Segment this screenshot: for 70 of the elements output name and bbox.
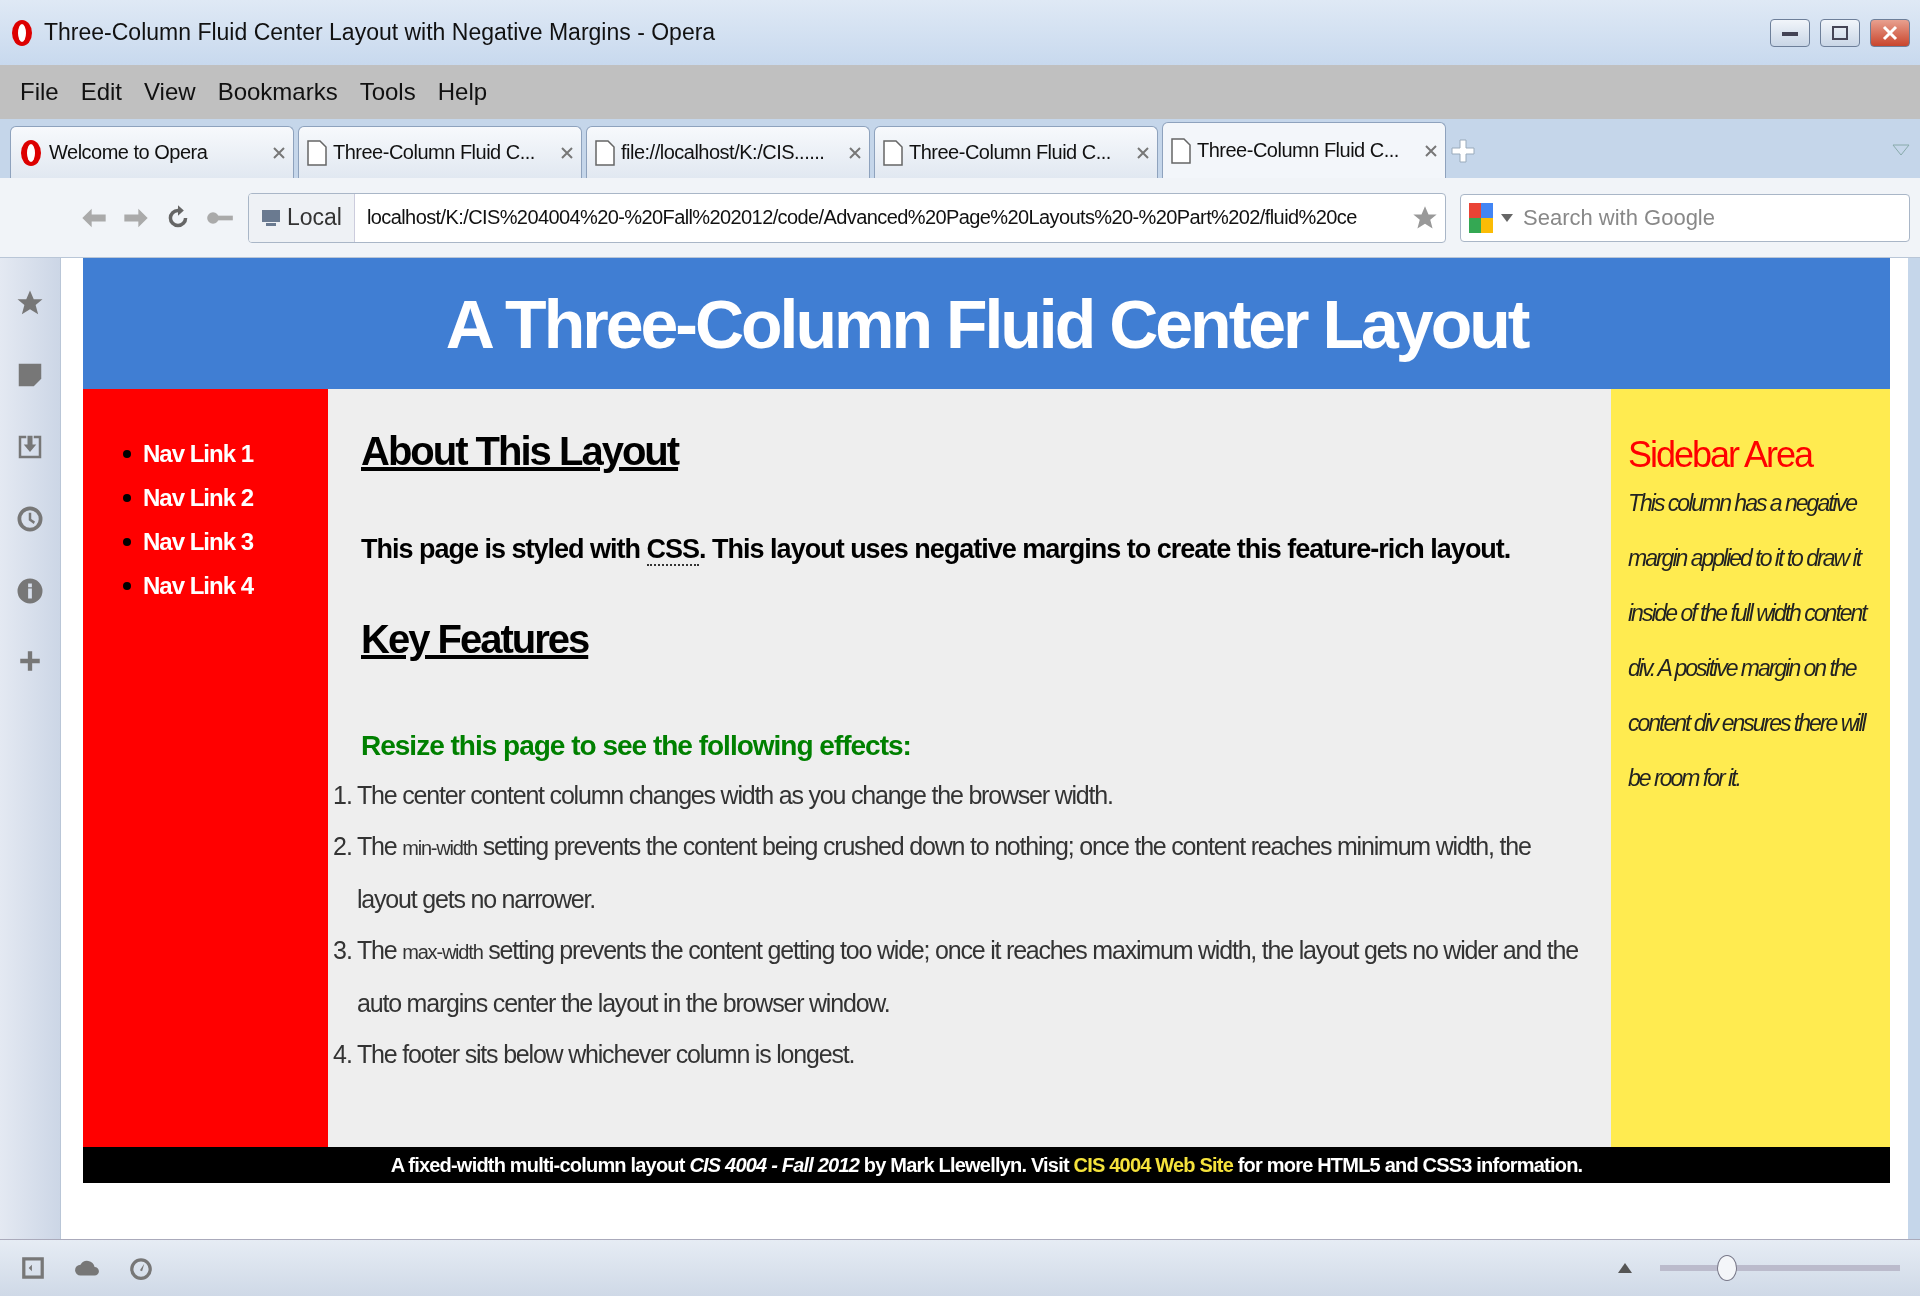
bullet-icon [123, 494, 131, 502]
section-heading: Key Features [361, 617, 589, 662]
panel-toggle-icon[interactable] [20, 1255, 46, 1281]
speedometer-icon[interactable] [128, 1255, 154, 1281]
nav-link[interactable]: Nav Link 2 [143, 483, 254, 513]
dropdown-caret-icon[interactable] [1501, 213, 1513, 222]
sidebar-text: This column has a negative margin applied to it to draw it inside of the full width content div. A positive margin on the content div ensures there will be room for it. [1628, 489, 1869, 793]
list-item: The min-width setting prevents the content being crushed down to nothing; once the content reaches minimum width, the layout gets no narrower. [357, 831, 1532, 915]
close-button[interactable] [1870, 18, 1910, 47]
close-tab-icon[interactable] [849, 146, 861, 159]
menu-item[interactable]: File [20, 78, 59, 106]
list-item: The max-width setting prevents the content getting too wide; once it reaches maximum width, the layout gets no wider and the auto margins center the layout in the browser window. [357, 935, 1579, 1019]
menu-item[interactable]: Bookmarks [217, 78, 338, 106]
nav-link[interactable]: Nav Link 1 [143, 439, 254, 469]
search-bar[interactable]: Search with Google [1460, 193, 1910, 242]
footer-link[interactable]: CIS 4004 Web Site [1073, 1154, 1233, 1176]
section-heading: About This Layout [361, 429, 679, 474]
close-tab-icon[interactable] [273, 146, 285, 159]
search-engine-icon[interactable] [1469, 202, 1493, 233]
browser-tab[interactable]: Three-Column Fluid C... [874, 126, 1158, 178]
minimize-icon [1782, 29, 1798, 36]
nav-link[interactable]: Nav Link 3 [143, 527, 254, 557]
list-item: The footer sits below whichever column is longest. [357, 1039, 855, 1070]
menu-item[interactable]: Help [437, 78, 488, 106]
nav-link[interactable]: Nav Link 4 [143, 571, 254, 601]
intro-paragraph: This page is styled with CSS. This layout uses negative margins to create this feature-rich layout. [361, 534, 1512, 565]
list-item: The center content column changes width as you change the browser width. [357, 780, 1113, 811]
list-number: 1. [333, 780, 353, 811]
bullet-icon [123, 538, 131, 546]
browser-tab[interactable]: Three-Column Fluid C... [298, 126, 582, 178]
menu-item[interactable]: Edit [80, 78, 123, 106]
browser-tab[interactable]: Three-Column Fluid C... [1162, 122, 1446, 178]
bullet-icon [123, 582, 131, 590]
list-number: 2. [333, 831, 353, 862]
monitor-icon [261, 208, 281, 227]
bullet-icon [123, 450, 131, 458]
clock-icon[interactable] [15, 504, 45, 534]
page-icon [307, 139, 327, 166]
plus-icon[interactable] [17, 648, 43, 674]
opera-logo-icon [19, 137, 43, 168]
opera-logo-icon [10, 17, 34, 48]
menu-item[interactable]: Tools [359, 78, 416, 106]
maximize-icon [1832, 25, 1848, 40]
slider-thumb[interactable] [1717, 1255, 1738, 1281]
window-title: Three-Column Fluid Center Layout with Negative Margins - Opera [44, 19, 717, 46]
maximize-button[interactable] [1820, 18, 1860, 47]
minimize-button[interactable] [1770, 18, 1810, 47]
list-number: 3. [333, 935, 353, 966]
url-text: localhost/K:/CIS%204004%20-%20Fall%202012/code/Advanced%20Page%20Layouts%20-%20Part%202/fluid%20ce [366, 206, 1358, 229]
address-field[interactable]: Local localhost/K:/CIS%204004%20-%20Fall%202012/code/Advanced%20Page%20Layouts%20-%20Part%202/fluid%20ce [248, 192, 1446, 243]
close-tab-icon[interactable] [561, 146, 573, 159]
close-tab-icon[interactable] [1137, 146, 1149, 159]
local-label: Local [287, 204, 342, 231]
list-number: 4. [333, 1039, 353, 1070]
close-tab-icon[interactable] [1425, 144, 1437, 157]
browser-tab[interactable]: Welcome to Opera [10, 126, 294, 178]
page-icon [595, 139, 615, 166]
sidebar-heading: Sidebar Area [1628, 434, 1814, 476]
browser-tab[interactable]: file://localhost/K:/CIS...... [586, 126, 870, 178]
menu-item[interactable]: View [144, 78, 196, 106]
info-icon[interactable] [15, 576, 45, 606]
page-icon [883, 139, 903, 166]
scroll-up-icon[interactable] [1618, 1263, 1632, 1273]
page-heading: A Three-Column Fluid Center Layout [83, 258, 1890, 389]
new-tab-icon[interactable] [1450, 138, 1476, 164]
footer-text: A fixed-width multi-column layout CIS 4004 - Fall 2012 by Mark Llewellyn. Visit CIS 4004 Web Site for more HTML5 and CSS3 information. [390, 1154, 1583, 1176]
close-icon [1882, 24, 1898, 41]
page-icon [1171, 137, 1191, 164]
search-field[interactable]: Search with Google [1521, 203, 1901, 232]
effects-heading: Resize this page to see the following effects: [361, 730, 912, 762]
